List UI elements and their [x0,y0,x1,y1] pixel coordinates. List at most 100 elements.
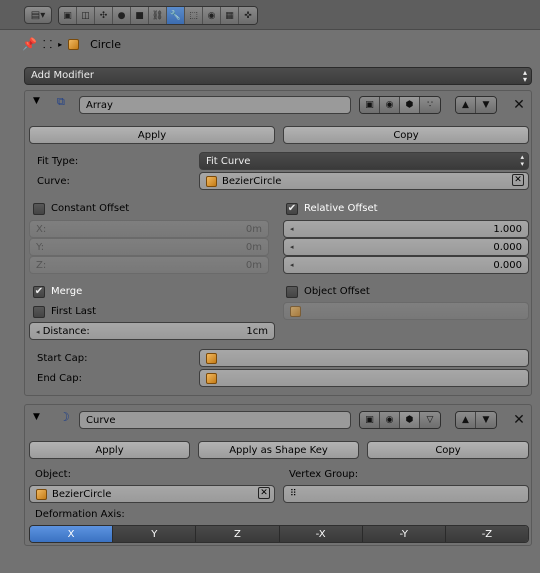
clear-field-icon[interactable]: ✕ [512,174,524,186]
deformation-axis-selector: X Y Z -X -Y -Z [29,525,529,543]
chevron-right-icon: ▸ [58,39,63,49]
merge-checkbox[interactable]: ✔ [33,286,45,298]
constant-y-field[interactable]: Y: 0m [29,238,269,256]
collapse-triangle-icon[interactable]: ▼ [33,412,40,422]
curve-name-field[interactable]: Curve [79,411,351,429]
render-camera-icon[interactable]: ▣ [360,97,380,113]
move-down-icon[interactable]: ▼ [476,97,496,113]
start-cap-field[interactable] [199,349,529,367]
apply-as-shape-key-button[interactable]: Apply as Shape Key [198,441,359,459]
curve-object-value: BezierCircle [52,488,112,500]
world-tab-icon[interactable]: ● [113,7,131,24]
constant-z-axis: Z: [36,259,47,271]
array-copy-button[interactable]: Copy [283,126,529,144]
constant-offset-label: Constant Offset [51,203,130,214]
constant-z-field[interactable]: Z: 0m [29,256,269,274]
constant-offset-checkbox[interactable] [33,203,45,215]
curve-object-field[interactable]: BezierCircle ✕ [199,172,529,190]
relative-offset-checkbox[interactable]: ✔ [286,203,298,215]
curve-modifier-panel: ▼ ☽ Curve ▣ ◉ ⬢ ▽ ▲ ▼ ✕ Apply Apply as S… [24,404,532,546]
end-cap-field[interactable] [199,369,529,387]
relative-y-value: 0.000 [493,241,522,253]
breadcrumb-object-name: Circle [90,37,121,51]
modifiers-tab-icon[interactable]: 🔧 [167,7,185,24]
relative-x-value: 1.000 [493,223,522,235]
object-offset-checkbox[interactable] [286,286,298,298]
start-cap-label: Start Cap: [37,353,88,364]
viewport-eye-icon[interactable]: ◉ [380,97,400,113]
array-apply-button[interactable]: Apply [29,126,275,144]
pin-icon[interactable]: 📌 [22,37,37,51]
constant-x-axis: X: [36,223,47,235]
data-tab-icon[interactable]: ⬚ [185,7,203,24]
decrement-arrow-icon[interactable]: ◂ [290,243,294,251]
constraints-tab-icon[interactable]: ⛓ [149,7,167,24]
start-cap-icon [206,352,217,364]
curve-apply-button[interactable]: Apply [29,441,190,459]
decrement-arrow-icon[interactable]: ◂ [36,328,40,336]
vertex-group-label: Vertex Group: [289,469,359,480]
editmode-icon[interactable]: ⬢ [400,412,420,428]
cage-icon[interactable]: ∵ [420,97,440,113]
constant-x-field[interactable]: X: 0m [29,220,269,238]
editmode-icon[interactable]: ⬢ [400,97,420,113]
properties-header: ▤▾ ▣ ◫ ✣ ● ■ ⛓ 🔧 ⬚ ◉ ▦ ✜ [0,0,540,30]
first-last-checkbox[interactable] [33,306,45,318]
decrement-arrow-icon[interactable]: ◂ [290,225,294,233]
offset-object-icon [290,305,301,317]
fit-type-dropdown[interactable]: Fit Curve ▴ ▾ [199,152,529,170]
constant-z-value: 0m [245,259,262,271]
constant-y-axis: Y: [36,241,45,253]
viewport-eye-icon[interactable]: ◉ [380,412,400,428]
curve-copy-button[interactable]: Copy [367,441,529,459]
cage-icon[interactable]: ▽ [420,412,440,428]
remove-curve-close-icon[interactable]: ✕ [511,413,527,429]
curve-object-icon [206,175,217,187]
object-data-icon: ⸬ [42,37,53,51]
curve-visibility-toggles: ▣ ◉ ⬢ ▽ [359,411,441,429]
deformation-axis-label: Deformation Axis: [35,509,125,520]
updown-arrows-icon: ▴ ▾ [522,68,527,84]
scene-tab-icon[interactable]: ✣ [95,7,113,24]
array-modifier-icon: ⧉ [57,95,65,108]
move-up-icon[interactable]: ▲ [456,97,476,113]
move-down-icon[interactable]: ▼ [476,412,496,428]
axis-neg-y-button[interactable]: -Y [362,526,446,542]
collapse-triangle-icon[interactable]: ▼ [33,96,40,106]
axis-z-button[interactable]: Z [196,526,280,542]
render-camera-icon[interactable]: ▣ [360,412,380,428]
decrement-arrow-icon[interactable]: ◂ [290,261,294,269]
move-up-icon[interactable]: ▲ [456,412,476,428]
curve-object-field[interactable]: BezierCircle ✕ [29,485,275,503]
axis-neg-z-button[interactable]: -Z [445,526,528,542]
first-last-label: First Last [51,306,97,317]
object-tab-icon[interactable]: ■ [131,7,149,24]
axis-neg-x-button[interactable]: -X [279,526,363,542]
relative-z-field[interactable]: ◂ 0.000 [283,256,529,274]
array-name-field[interactable]: Array [79,96,351,114]
constant-x-value: 0m [245,223,262,235]
end-cap-icon [206,372,217,384]
distance-field[interactable]: ◂ Distance: 1cm [29,322,275,340]
add-modifier-dropdown[interactable]: Add Modifier ▴ ▾ [24,67,532,85]
material-tab-icon[interactable]: ◉ [203,7,221,24]
relative-x-field[interactable]: ◂ 1.000 [283,220,529,238]
texture-tab-icon[interactable]: ▦ [221,7,239,24]
curve-object-icon [36,488,47,500]
relative-y-field[interactable]: ◂ 0.000 [283,238,529,256]
clear-field-icon[interactable]: ✕ [258,487,270,499]
array-move-buttons: ▲ ▼ [455,96,497,114]
offset-object-field[interactable] [283,302,529,320]
relative-offset-label: Relative Offset [304,203,378,214]
editor-type-button[interactable]: ▤▾ [24,6,52,24]
distance-label: Distance: [42,325,90,337]
physics-tab-icon[interactable]: ✜ [239,7,257,24]
object-label: Object: [35,469,71,480]
render-layers-tab-icon[interactable]: ◫ [77,7,95,24]
render-tab-icon[interactable]: ▣ [59,7,77,24]
axis-x-button[interactable]: X [30,526,114,542]
axis-y-button[interactable]: Y [113,526,197,542]
remove-array-close-icon[interactable]: ✕ [511,98,527,114]
curve-modifier-icon: ☽ [59,410,70,424]
vertex-group-field[interactable]: ⠿ [283,485,529,503]
